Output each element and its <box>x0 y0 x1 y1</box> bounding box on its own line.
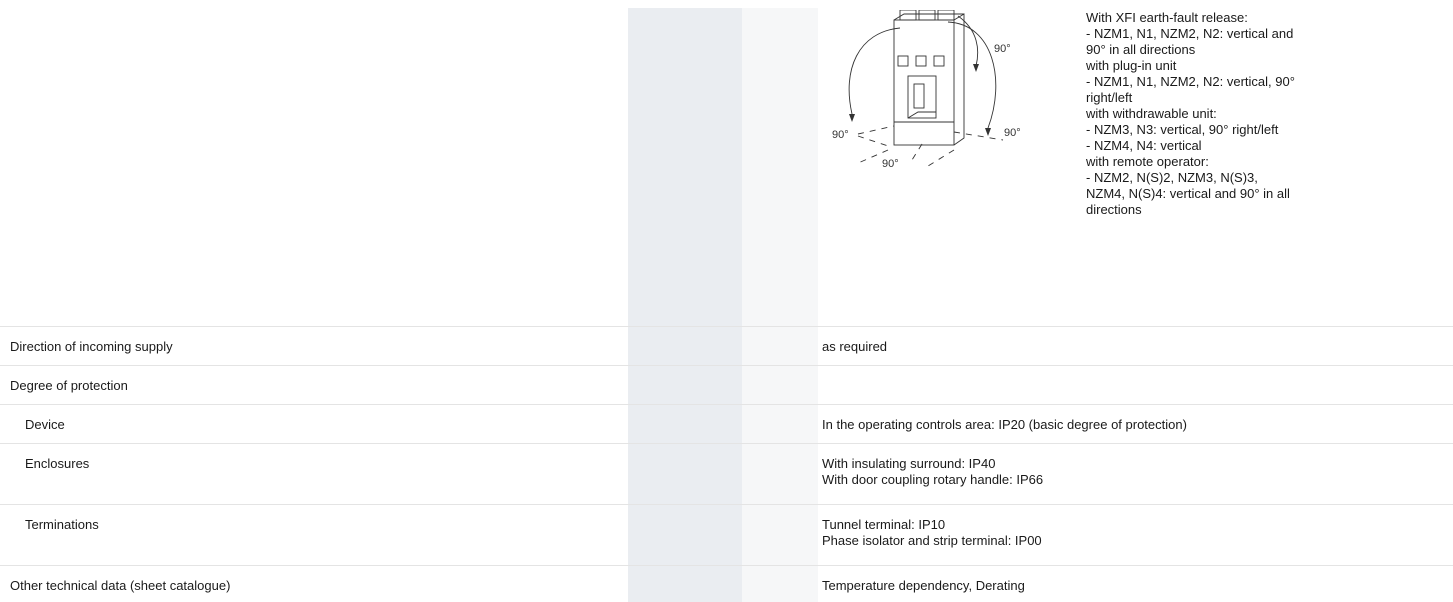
spec-table: 90° 90° 90° 90° With XFI earth-fault rel… <box>0 8 1453 602</box>
row-value: Tunnel terminal: IP10 Phase isolator and… <box>822 517 1042 549</box>
note-line: NZM4, N(S)4: vertical and 90° in all <box>1086 186 1290 201</box>
note-line: right/left <box>1086 90 1133 105</box>
note-line: with plug-in unit <box>1086 58 1177 73</box>
note-line: 90° in all directions <box>1086 42 1196 57</box>
angle-label-right-top: 90° <box>994 43 1011 55</box>
value-line: In the operating controls area: IP20 (ba… <box>822 417 1187 432</box>
column-shade <box>628 327 742 365</box>
value-line: Phase isolator and strip terminal: IP00 <box>822 533 1042 548</box>
mounting-position-row: 90° 90° 90° 90° With XFI earth-fault rel… <box>0 8 1453 327</box>
angle-label-left: 90° <box>832 129 849 141</box>
mounting-notes: With XFI earth-fault release: - NZM1, N1… <box>1086 10 1295 218</box>
note-line: with withdrawable unit: <box>1086 106 1217 121</box>
angle-label-bottom: 90° <box>882 158 899 170</box>
note-line: - NZM1, N1, NZM2, N2: vertical and <box>1086 26 1294 41</box>
value-line: as required <box>822 339 888 354</box>
note-line: With XFI earth-fault release: <box>1086 10 1248 25</box>
column-shade-light <box>742 405 818 443</box>
breaker-body <box>893 19 955 146</box>
row-label: Other technical data (sheet catalogue) <box>10 578 231 593</box>
angle-label-right: 90° <box>1004 127 1021 139</box>
column-shade <box>628 8 742 326</box>
column-shade-light <box>742 444 818 504</box>
row-label: Direction of incoming supply <box>10 339 173 354</box>
row-label: Terminations <box>25 517 99 532</box>
note-line: - NZM4, N4: vertical <box>1086 138 1202 153</box>
row-value: as required <box>822 339 887 355</box>
row-value: With insulating surround: IP40 With door… <box>822 456 1043 488</box>
value-line: With door coupling rotary handle: IP66 <box>822 472 1044 487</box>
value-line: Temperature dependency, Derating <box>822 578 1025 593</box>
column-shade-light <box>742 327 818 365</box>
row-value: Temperature dependency, Derating <box>822 578 1025 594</box>
table-row: Direction of incoming supply as required <box>0 327 1453 366</box>
row-label: Device <box>25 417 65 432</box>
note-line: - NZM2, N(S)2, NZM3, N(S)3, <box>1086 170 1258 185</box>
table-row: Enclosures With insulating surround: IP4… <box>0 444 1453 505</box>
column-shade-light <box>742 8 818 326</box>
note-line: - NZM3, N3: vertical, 90° right/left <box>1086 122 1279 137</box>
row-value: In the operating controls area: IP20 (ba… <box>822 417 1187 433</box>
column-shade <box>628 444 742 504</box>
column-shade <box>628 505 742 565</box>
table-row: Terminations Tunnel terminal: IP10 Phase… <box>0 505 1453 566</box>
row-label: Enclosures <box>25 456 90 471</box>
column-shade <box>628 405 742 443</box>
note-line: with remote operator: <box>1086 154 1209 169</box>
value-line: With insulating surround: IP40 <box>822 456 996 471</box>
row-label: Degree of protection <box>10 378 128 393</box>
note-line: - NZM1, N1, NZM2, N2: vertical, 90° <box>1086 74 1295 89</box>
column-shade-light <box>742 505 818 565</box>
column-shade-light <box>742 366 818 404</box>
note-line: directions <box>1086 202 1142 217</box>
table-row: Degree of protection <box>0 366 1453 405</box>
table-row: Device In the operating controls area: I… <box>0 405 1453 444</box>
mounting-position-diagram: 90° 90° 90° 90° <box>832 10 1021 170</box>
value-line: Tunnel terminal: IP10 <box>822 517 946 532</box>
column-shade <box>628 366 742 404</box>
